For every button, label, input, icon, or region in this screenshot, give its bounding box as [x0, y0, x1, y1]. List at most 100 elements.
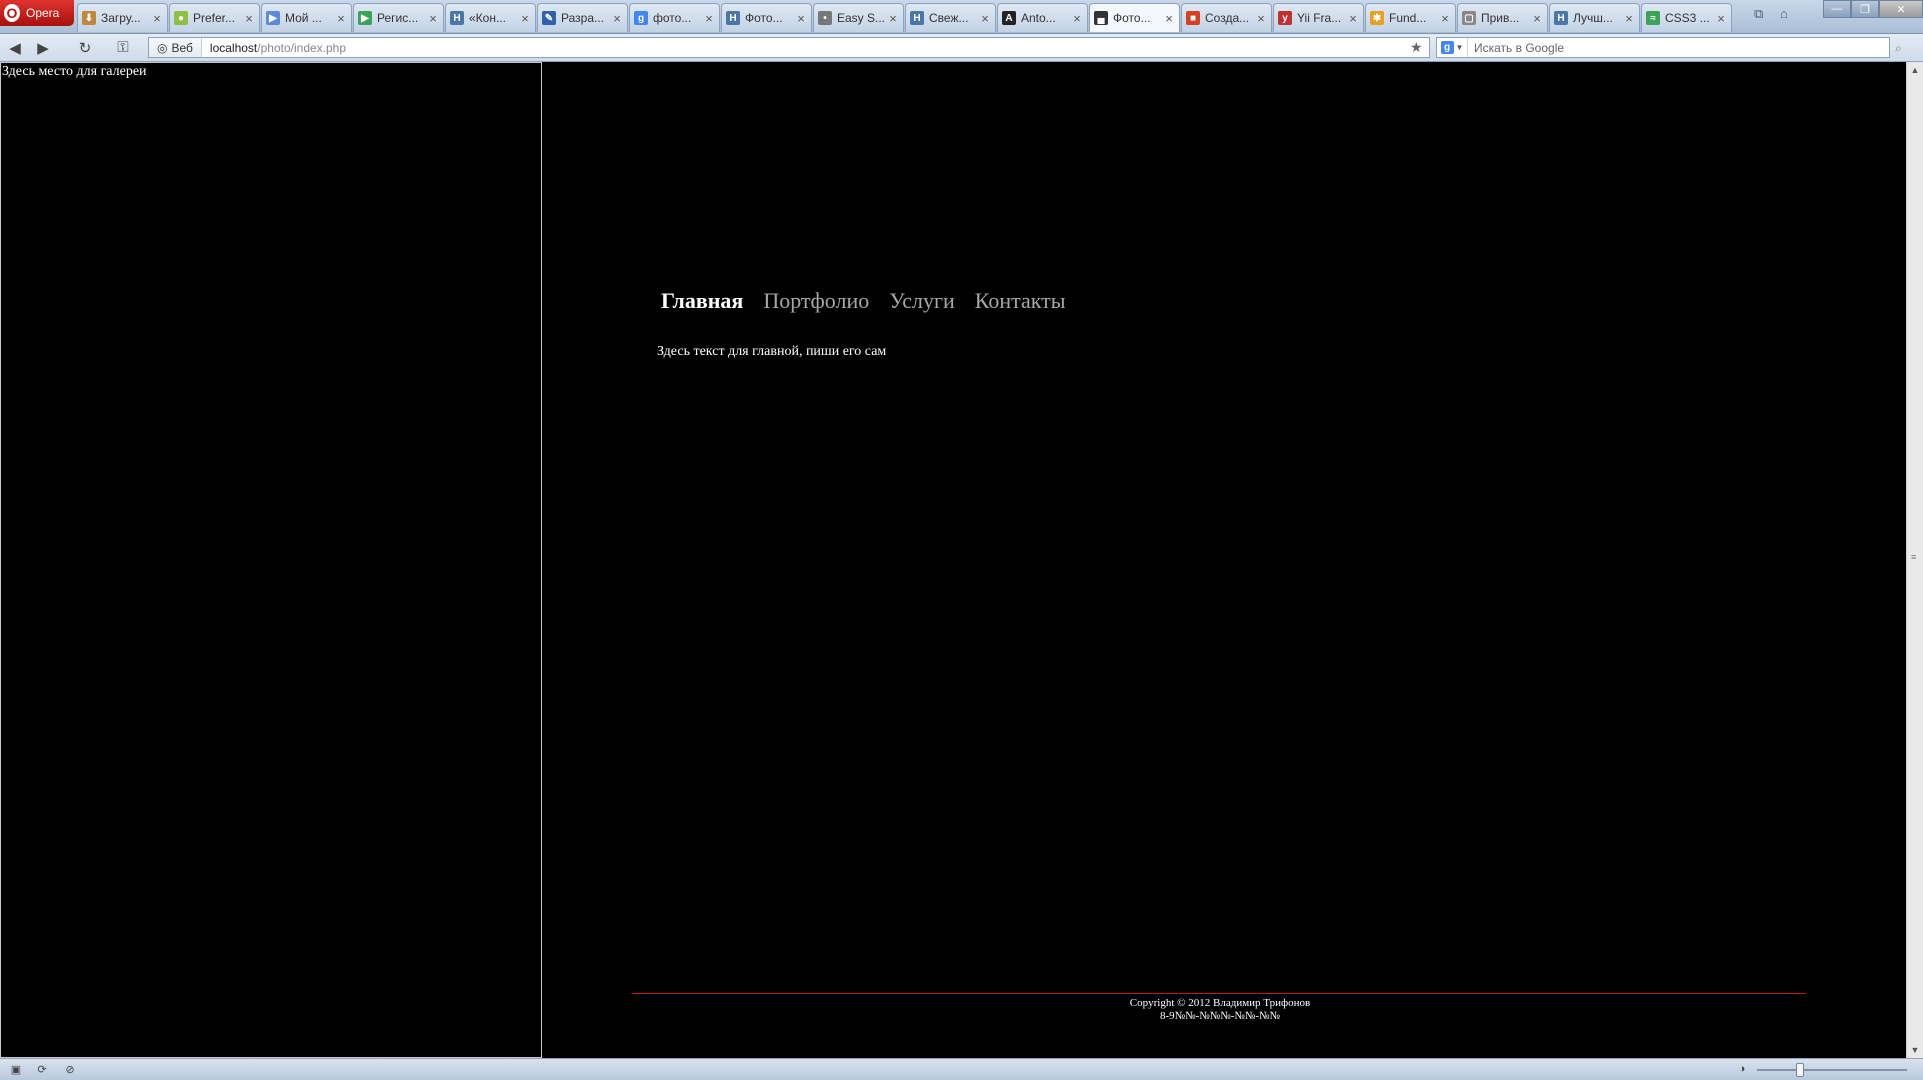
tab-list: ⬇ Загру... × ● Prefer... × ▶ Мой ... × ▶ Регис... ×… — [77, 3, 1732, 32]
browser-tab[interactable]: ▢ Прив... × — [1457, 3, 1548, 32]
forward-arrow-icon: ▶ — [37, 39, 49, 57]
browser-tab[interactable]: H Фото... × — [721, 3, 812, 32]
vertical-scrollbar[interactable]: ▲ ≡ ▼ — [1906, 62, 1923, 1058]
close-icon[interactable]: × — [1347, 11, 1359, 26]
url-text[interactable]: localhost/photo/index.php — [202, 41, 346, 55]
close-icon[interactable]: × — [795, 11, 807, 26]
browser-tab[interactable]: ≈ CSS3 ... × — [1641, 3, 1732, 32]
tab-stack-icon[interactable]: ⧉ — [1754, 6, 1763, 22]
nav-link[interactable]: Услуги — [889, 288, 954, 314]
close-icon[interactable]: × — [427, 11, 439, 26]
tab-title: Регис... — [377, 11, 419, 25]
tab-bar: O Opera ⬇ Загру... × ● Prefer... × ▶ Мой ... × ▶ Р… — [0, 0, 1923, 34]
search-engine-selector[interactable]: g ▼ — [1437, 38, 1468, 57]
opera-menu-button[interactable]: O Opera — [0, 0, 74, 26]
close-icon[interactable]: × — [1071, 11, 1083, 26]
browser-tab[interactable]: • Easy S... × — [813, 3, 904, 32]
tab-title: Свеж... — [929, 11, 969, 25]
nav-link[interactable]: Контакты — [975, 288, 1066, 314]
close-icon[interactable]: × — [1255, 11, 1267, 26]
android-icon: ● — [174, 11, 188, 25]
close-icon[interactable]: × — [887, 11, 899, 26]
zoom-slider-thumb[interactable] — [1796, 1063, 1804, 1077]
opera-logo-icon: O — [4, 4, 20, 22]
sync-icon[interactable]: ⟳ — [34, 1062, 50, 1076]
zoom-slider[interactable] — [1757, 1069, 1907, 1071]
browser-tab[interactable]: ■ Созда... × — [1181, 3, 1272, 32]
footer-divider — [632, 993, 1806, 994]
restore-button[interactable]: ❐ — [1851, 0, 1879, 18]
forward-button[interactable]: ▶ — [30, 37, 56, 58]
browser-tab[interactable]: ⬇ Загру... × — [77, 3, 168, 32]
google-icon: g — [1440, 41, 1454, 54]
tab-title: Мой ... — [285, 11, 322, 25]
browser-tab[interactable]: g фото... × — [629, 3, 720, 32]
browser-tab[interactable]: ▶ Мой ... × — [261, 3, 352, 32]
gallery-panel: Здесь место для галереи — [0, 62, 542, 1058]
close-icon[interactable]: × — [979, 11, 991, 26]
close-window-button[interactable]: ✕ — [1879, 0, 1923, 18]
close-icon[interactable]: × — [611, 11, 623, 26]
google-icon: g — [634, 11, 648, 25]
browser-tab[interactable]: y Yii Fra... × — [1273, 3, 1364, 32]
key-button[interactable]: ⚿ — [110, 37, 136, 58]
close-icon[interactable]: × — [703, 11, 715, 26]
back-button[interactable]: ◀ — [2, 37, 28, 58]
close-icon[interactable]: × — [519, 11, 531, 26]
chevron-down-icon: ▼ — [1455, 43, 1464, 52]
navigation-toolbar: ◀ ▶ ↻ ⚿ ◎ Веб localhost/photo/index.php … — [0, 34, 1923, 62]
browser-tab[interactable]: ✎ Разра... × — [537, 3, 628, 32]
browser-tab[interactable]: ▶ Регис... × — [353, 3, 444, 32]
close-icon[interactable]: × — [1531, 11, 1543, 26]
browser-tab[interactable]: ✱ Fund... × — [1365, 3, 1456, 32]
minimize-button[interactable]: — — [1823, 0, 1851, 18]
search-field[interactable]: g ▼ Искать в Google — [1436, 37, 1890, 58]
opera-menu-label: Opera — [26, 6, 60, 20]
scroll-grip-icon[interactable]: ≡ — [1911, 552, 1916, 562]
browser-tab[interactable]: H Лучш... × — [1549, 3, 1640, 32]
panel-toggle-icon[interactable]: ▣ — [8, 1062, 24, 1076]
tab-title: «Кон... — [469, 11, 506, 25]
close-icon[interactable]: × — [1163, 11, 1175, 26]
tab-title: Созда... — [1205, 11, 1250, 25]
footer: Copyright © 2012 Владимир Трифонов 8-9№№… — [1015, 997, 1425, 1023]
turbo-icon[interactable]: ⊘ — [62, 1062, 78, 1076]
close-icon[interactable]: × — [1439, 11, 1451, 26]
close-icon[interactable]: × — [1623, 11, 1635, 26]
footer-phone: 8-9№№-№№№-№№-№№ — [1159, 1010, 1281, 1022]
reload-button[interactable]: ↻ — [72, 37, 98, 58]
browser-tab[interactable]: H Свеж... × — [905, 3, 996, 32]
search-icon[interactable]: ⌕ — [1895, 41, 1902, 56]
bookmark-star-icon[interactable]: ★ — [1410, 39, 1423, 56]
address-field[interactable]: ◎ Веб localhost/photo/index.php — [148, 37, 1430, 58]
scroll-down-icon[interactable]: ▼ — [1907, 1042, 1923, 1058]
browser-tab[interactable]: ▄ Фото... × — [1089, 3, 1180, 32]
browser-tab[interactable]: A Anto... × — [997, 3, 1088, 32]
site-info-badge[interactable]: ◎ Веб — [149, 38, 202, 57]
main-text: Здесь текст для главной, пиши его сам — [657, 344, 887, 359]
globe-icon: ◎ — [157, 40, 168, 55]
status-bar: ▣ ⟳ ⊘ ◑ — [0, 1058, 1923, 1080]
close-icon[interactable]: × — [1715, 11, 1727, 26]
page-icon: • — [818, 11, 832, 25]
page-viewport: Здесь место для галереи Главная Портфолио… — [0, 62, 1906, 1058]
close-icon[interactable]: × — [151, 11, 163, 26]
page-icon: ▢ — [1462, 11, 1476, 25]
close-icon[interactable]: × — [335, 11, 347, 26]
nav-link[interactable]: Главная — [661, 288, 743, 314]
scroll-up-icon[interactable]: ▲ — [1907, 62, 1923, 78]
nav-link[interactable]: Портфолио — [763, 288, 869, 314]
browser-tab[interactable]: H «Кон... × — [445, 3, 536, 32]
window-controls: — ❐ ✕ — [1823, 0, 1923, 18]
tab-title: Фото... — [745, 11, 783, 25]
footer-copyright: Copyright © 2012 Владимир Трифонов — [1129, 997, 1311, 1009]
browser-tab[interactable]: ● Prefer... × — [169, 3, 260, 32]
windows-icon: ■ — [1186, 11, 1200, 25]
trash-icon[interactable]: ⌂ — [1780, 6, 1788, 21]
tab-title: Прив... — [1481, 11, 1520, 25]
url-path: /photo/index.php — [257, 40, 347, 55]
view-icon[interactable]: ◑ — [1734, 1062, 1750, 1076]
a-letter-icon: A — [1002, 11, 1016, 25]
close-icon[interactable]: × — [243, 11, 255, 26]
tab-title: Разра... — [561, 11, 604, 25]
